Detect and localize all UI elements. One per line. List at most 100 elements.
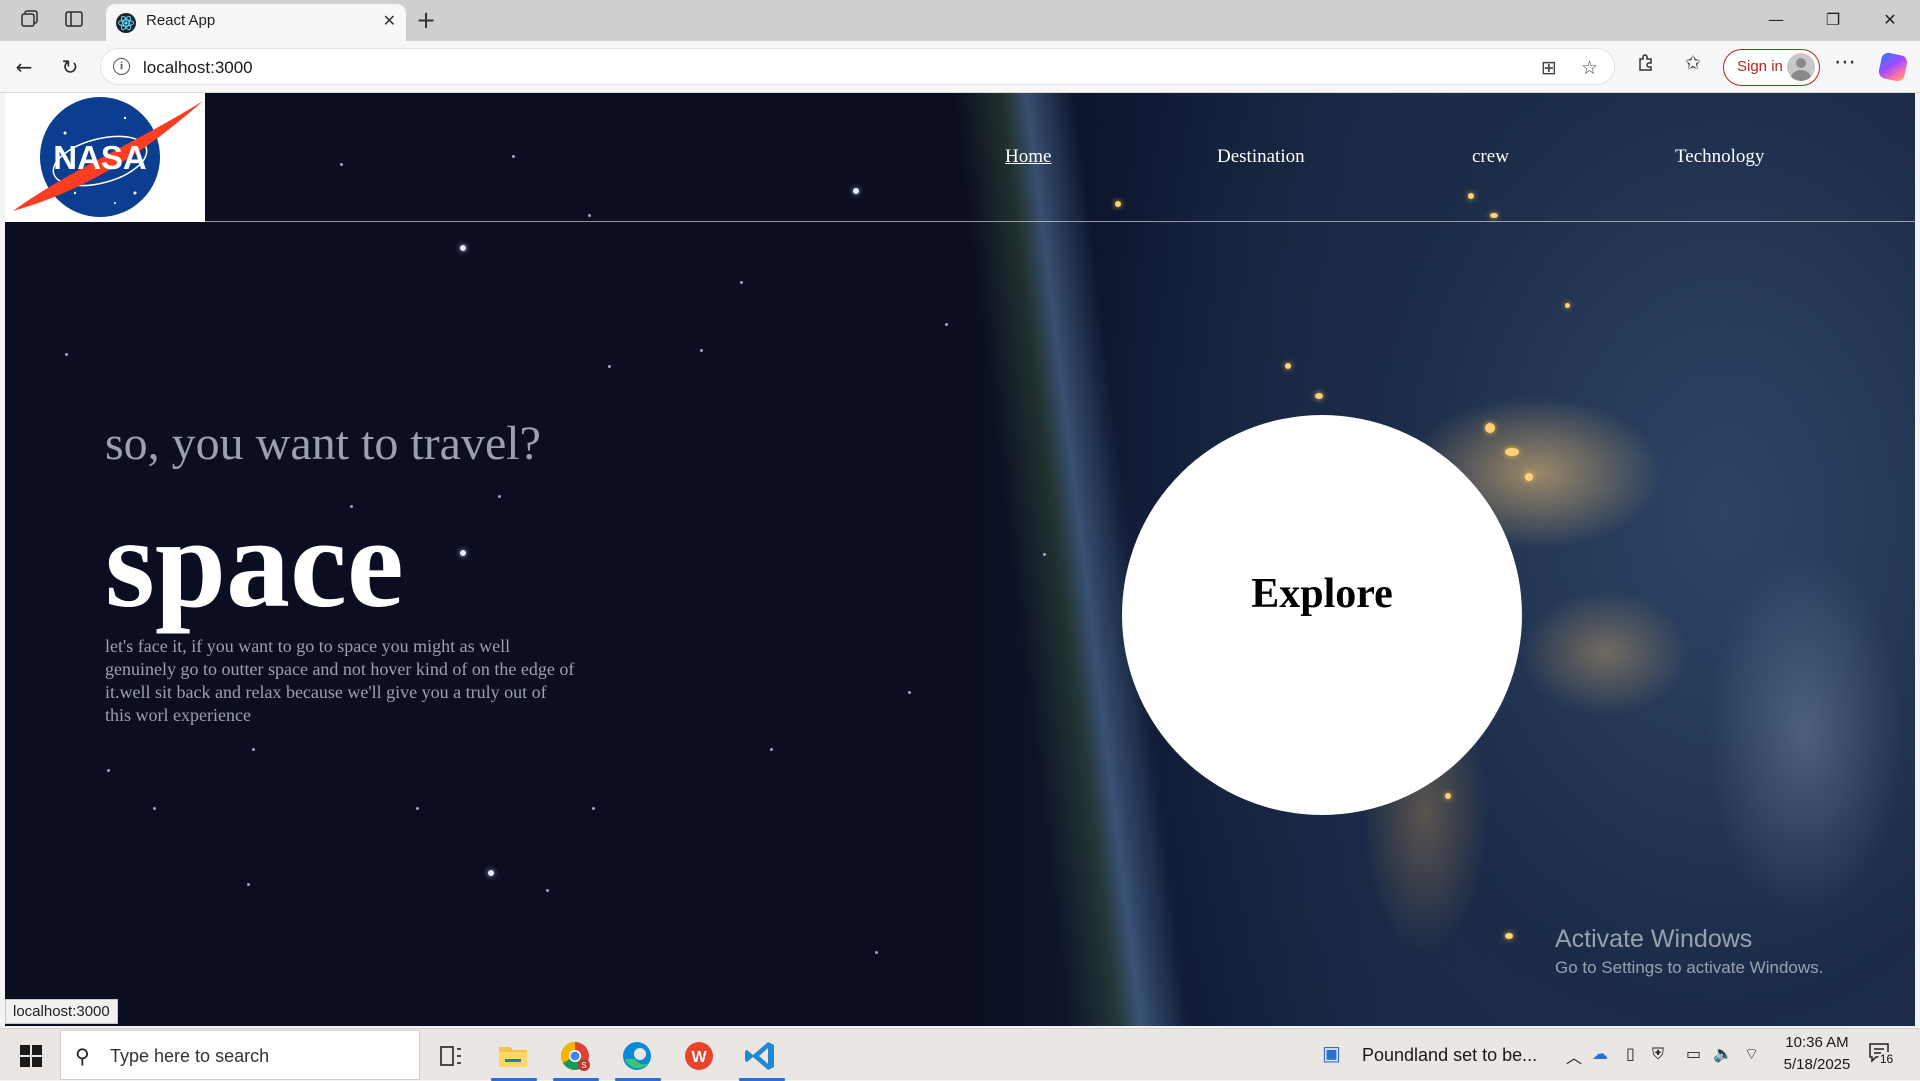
city-light [1490,213,1498,218]
workspaces-icon[interactable] [19,9,41,31]
star [488,870,494,876]
windows-start-icon[interactable] [20,1045,42,1067]
notification-count-badge: 16 [1878,1052,1895,1067]
notification-center-icon[interactable]: 16 [1868,1041,1895,1067]
city-light [1565,303,1570,308]
minimize-icon[interactable]: — [1761,8,1791,32]
star [247,883,250,886]
explore-button[interactable]: Explore [1122,415,1522,815]
vertical-tabs-icon[interactable] [63,9,85,31]
star [460,245,466,251]
star [153,807,156,810]
star [608,365,611,368]
tab-title: React App [146,12,216,29]
page-viewport: NASA Home Destination crew Technology so… [5,93,1915,1026]
browser-tab-bar: React App ✕ + — ❐ ✕ [0,0,1920,41]
city-light [1115,201,1121,207]
sign-in-label: Sign in [1737,58,1783,75]
star [853,188,859,194]
nav-crew[interactable]: crew [1472,146,1509,168]
nav-home[interactable]: Home [1005,146,1051,168]
more-options-icon[interactable]: ⋯ [1834,50,1856,75]
security-icon[interactable]: ⛨ [1652,1044,1664,1064]
favorite-star-icon[interactable]: ☆ [1581,57,1598,79]
close-tab-icon[interactable]: ✕ [383,11,396,30]
star [592,807,595,810]
star [740,281,743,284]
star [252,748,255,751]
city-light [1525,473,1533,481]
speaker-icon[interactable]: 🔈 [1713,1044,1733,1063]
nasa-logo[interactable]: NASA [5,93,205,222]
svg-text:W: W [691,1049,707,1066]
star [945,323,948,326]
hero-title: space [105,492,404,634]
vscode-icon[interactable] [737,1035,785,1081]
close-window-icon[interactable]: ✕ [1875,8,1905,32]
back-icon[interactable]: ← [10,53,38,81]
star [65,353,68,356]
file-explorer-icon[interactable] [489,1035,537,1081]
windows-taskbar: ⚲ Type here to search S W ▣ Poundland se… [0,1028,1920,1081]
wps-office-icon[interactable]: W [675,1035,723,1077]
hero-description: let's face it, if you want to go to spac… [105,636,575,725]
profile-avatar-icon [1787,53,1815,81]
nav-destination[interactable]: Destination [1217,146,1305,168]
restore-icon[interactable]: ❐ [1818,8,1848,32]
show-hidden-icons-chevron[interactable]: ︿ [1566,1044,1582,1068]
city-light [1445,793,1451,799]
star [107,769,110,772]
favorites-icon[interactable]: ✩ [1685,52,1701,74]
address-bar[interactable]: i localhost:3000 ⊞ ☆ [100,48,1615,85]
taskbar-search-box[interactable]: ⚲ Type here to search [60,1030,420,1080]
star [700,349,703,352]
star [875,951,878,954]
task-view-icon[interactable] [427,1035,475,1077]
activate-windows-title: Activate Windows [1555,925,1753,953]
onedrive-icon[interactable]: ☁ [1592,1044,1608,1063]
star [588,214,591,217]
star [908,691,911,694]
wifi-icon[interactable]: ⌔ [1744,1044,1759,1064]
nav-technology[interactable]: Technology [1675,146,1764,168]
device-icon[interactable]: ▯ [1626,1044,1635,1063]
react-icon [116,13,136,33]
star [546,889,549,892]
edge-icon[interactable] [613,1035,661,1081]
city-light [1505,448,1519,456]
city-light [1505,933,1513,939]
sign-in-button[interactable]: Sign in [1723,49,1820,86]
activate-windows-watermark: Activate Windows Go to Settings to activ… [1555,925,1823,978]
new-tab-icon[interactable]: + [416,6,436,34]
battery-icon[interactable]: ▭ [1686,1044,1701,1063]
explore-label: Explore [1251,571,1393,617]
star [340,163,343,166]
star [460,550,466,556]
news-headline[interactable]: Poundland set to be... [1362,1045,1537,1066]
clock-date[interactable]: 5/18/2025 [1778,1056,1856,1073]
search-icon: ⚲ [75,1044,90,1068]
city-light [1468,193,1474,199]
activate-windows-subtitle: Go to Settings to activate Windows. [1555,958,1824,977]
refresh-icon[interactable]: ↻ [56,53,84,81]
svg-text:S: S [581,1061,586,1070]
browser-tab[interactable]: React App ✕ [106,4,406,41]
news-widget-icon[interactable]: ▣ [1322,1041,1341,1065]
browser-toolbar: ← ↻ i localhost:3000 ⊞ ☆ [0,41,1920,93]
extensions-icon[interactable] [1636,52,1656,77]
site-info-icon[interactable]: i [113,58,130,75]
apps-icon[interactable]: ⊞ [1541,57,1557,79]
chrome-icon[interactable]: S [551,1035,599,1081]
city-light [1285,363,1291,369]
clock-time[interactable]: 10:36 AM [1782,1034,1852,1051]
nasa-logo-text: NASA [53,139,147,176]
city-light [1315,393,1323,399]
header-divider [205,221,1915,222]
star [512,155,515,158]
star [416,807,419,810]
status-bar-url: localhost:3000 [5,999,118,1024]
star [1043,553,1046,556]
search-placeholder: Type here to search [110,1046,270,1066]
hero-subtitle: so, you want to travel? [105,417,541,470]
url-text: localhost:3000 [143,58,253,77]
